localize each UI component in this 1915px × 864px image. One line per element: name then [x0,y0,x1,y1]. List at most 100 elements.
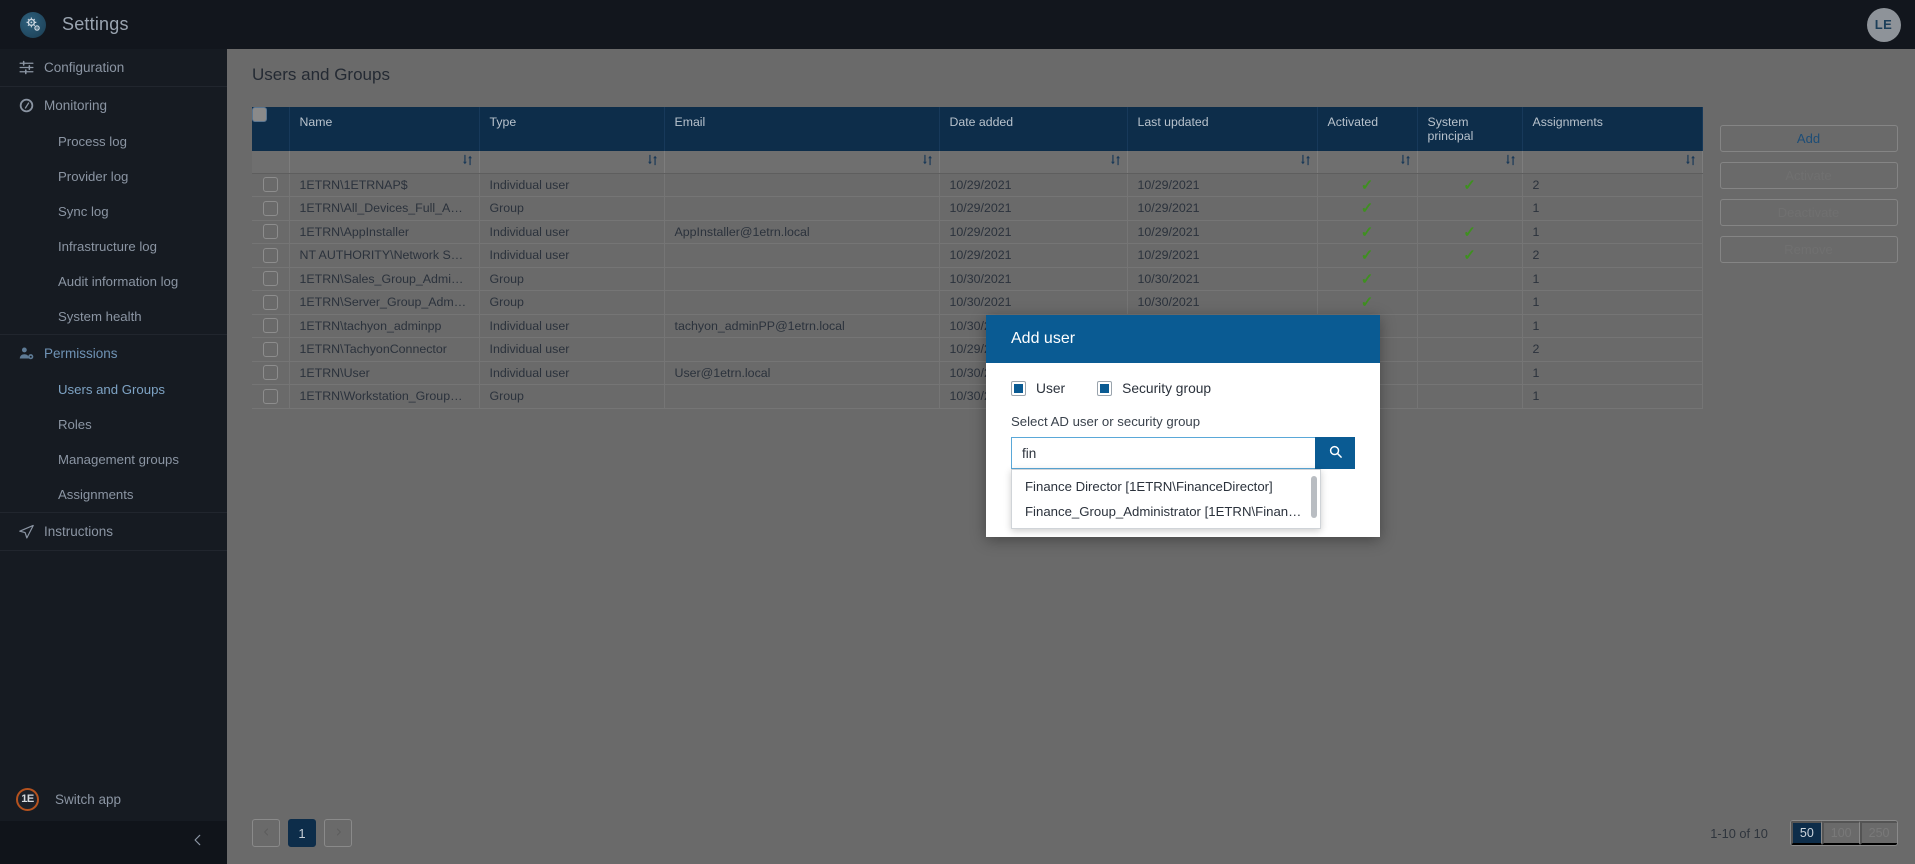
cell-assignments: 1 [1522,290,1703,315]
sidebar-sublabel: Roles [58,417,92,432]
type-options: User Security group [1011,381,1355,396]
page-size-100[interactable]: 100 [1821,821,1860,845]
table-row[interactable]: 1ETRN\1ETRNAP$ Individual user 10/29/2021 1… [252,173,1703,197]
row-checkbox[interactable] [262,341,278,357]
row-checkbox[interactable] [262,247,278,263]
table-row[interactable]: 1ETRN\AppInstaller Individual user AppInst… [252,220,1703,244]
row-select-cell [252,314,290,338]
sort-last-updated[interactable] [1127,151,1318,174]
user-checkbox[interactable] [1011,381,1026,396]
cell-activated: ✓ [1317,173,1418,197]
security-group-checkbox[interactable] [1097,381,1113,396]
sidebar-item-roles[interactable]: Roles [0,407,227,442]
suggestion-item[interactable]: Finance_Group_Administrator [1ETRN\Finan… [1012,499,1320,524]
users-table: Name Type Email Date added Last updated … [252,107,1703,409]
table-row[interactable]: 1ETRN\Workstation_Group_Adm... Group 10/30… [252,384,1703,409]
col-last-updated[interactable]: Last updated [1127,107,1318,151]
sort-assignments[interactable] [1522,151,1703,174]
search-button[interactable] [1315,437,1355,469]
sidebar-item-users-and-groups[interactable]: Users and Groups [0,372,227,407]
row-checkbox[interactable] [262,271,278,287]
col-type[interactable]: Type [479,107,665,151]
cell-name: 1ETRN\tachyon_adminpp [289,314,480,338]
row-checkbox[interactable] [262,224,278,240]
app-root: Settings Configuration Monitoring Proces… [0,0,1915,864]
col-email[interactable]: Email [664,107,940,151]
sidebar-item-sync-log[interactable]: Sync log [0,194,227,229]
row-checkbox[interactable] [262,318,278,334]
cell-last-updated: 10/29/2021 [1127,220,1318,244]
sort-date-added[interactable] [939,151,1128,174]
sidebar-item-infrastructure-log[interactable]: Infrastructure log [0,229,227,264]
table-row[interactable]: 1ETRN\Sales_Group_Administrat... Group 10/… [252,267,1703,291]
table-row[interactable]: 1ETRN\Server_Group_Administr... Group 10/3… [252,290,1703,315]
sidebar-sublabel: Users and Groups [58,382,166,397]
suggestions-scrollbar[interactable] [1311,476,1317,518]
table-row[interactable]: 1ETRN\User Individual user User@1etrn.loca… [252,361,1703,385]
sidebar-item-system-health[interactable]: System health [0,299,227,334]
activate-button[interactable]: Activate [1719,162,1898,189]
row-checkbox[interactable] [262,388,278,404]
select-all-checkbox[interactable] [252,107,267,123]
switch-app-button[interactable]: 1E Switch app [0,777,227,821]
cell-name: 1ETRN\User [289,361,480,385]
sidebar-item-management-groups[interactable]: Management groups [0,442,227,477]
page-size-250[interactable]: 250 [1859,821,1897,845]
sidebar-item-instructions[interactable]: Instructions [0,513,227,550]
result-range: 1-10 of 10 [1710,825,1768,841]
cell-activated: ✓ [1317,196,1418,221]
row-checkbox[interactable] [262,294,278,310]
cell-name: 1ETRN\Sales_Group_Administrat... [289,267,480,291]
sidebar-item-monitoring[interactable]: Monitoring [0,87,227,124]
sidebar-sublabel: Process log [58,134,127,149]
search-input[interactable] [1011,437,1315,469]
row-checkbox[interactable] [262,200,278,216]
row-checkbox[interactable] [262,365,278,381]
add-button[interactable]: Add [1719,125,1898,152]
table-row[interactable]: 1ETRN\TachyonConnector Individual user 10/… [252,337,1703,362]
sort-system-principal[interactable] [1417,151,1523,174]
cell-system-principal: ✓ [1417,243,1523,268]
page-size-50[interactable]: 50 [1790,821,1822,845]
cell-name: 1ETRN\Workstation_Group_Adm... [289,384,480,409]
sidebar-item-assignments[interactable]: Assignments [0,477,227,512]
sidebar-collapse-button[interactable] [0,821,227,864]
prev-page-button[interactable] [252,819,280,847]
sidebar-item-process-log[interactable]: Process log [0,124,227,159]
remove-button[interactable]: Remove [1719,236,1898,263]
cell-type: Group [479,384,665,409]
sidebar-item-configuration[interactable]: Configuration [0,49,227,86]
col-date-added[interactable]: Date added [939,107,1128,151]
sidebar-label: Monitoring [44,98,108,113]
avatar[interactable]: LE [1866,7,1901,42]
sidebar-item-permissions[interactable]: Permissions [0,335,227,372]
col-name[interactable]: Name [289,107,480,151]
col-system-principal[interactable]: System principal [1417,107,1523,151]
deactivate-button[interactable]: Deactivate [1719,199,1898,226]
sort-type[interactable] [479,151,665,174]
next-page-button[interactable] [324,819,352,847]
page-button-1[interactable]: 1 [288,819,316,847]
cell-system-principal [1417,290,1523,315]
page-title: Users and Groups [252,65,390,84]
sort-email[interactable] [664,151,940,174]
table-row[interactable]: NT AUTHORITY\Network Service Individual u… [252,243,1703,268]
cell-email: AppInstaller@1etrn.local [664,220,940,244]
sort-activated[interactable] [1317,151,1418,174]
suggestion-item[interactable]: Finance Director [1ETRN\FinanceDirector] [1012,474,1320,499]
dialog-title: Add user [986,315,1380,363]
sidebar-item-audit-information-log[interactable]: Audit information log [0,264,227,299]
sidebar-item-provider-log[interactable]: Provider log [0,159,227,194]
cell-email [664,384,940,409]
col-activated[interactable]: Activated [1317,107,1418,151]
table-row[interactable]: 1ETRN\All_Devices_Full_Adminis... Group 10… [252,196,1703,221]
sidebar-brand: Settings [0,0,227,49]
filter-cell-check [252,151,290,174]
sort-updown-icon [1110,153,1121,171]
gauge-icon [8,97,44,114]
row-checkbox[interactable] [262,177,278,193]
table-row[interactable]: 1ETRN\tachyon_adminpp Individual user tach… [252,314,1703,338]
col-assignments[interactable]: Assignments [1522,107,1703,151]
sidebar-group-permissions: Permissions Users and Groups Roles Manag… [0,335,227,513]
sort-name[interactable] [289,151,480,174]
